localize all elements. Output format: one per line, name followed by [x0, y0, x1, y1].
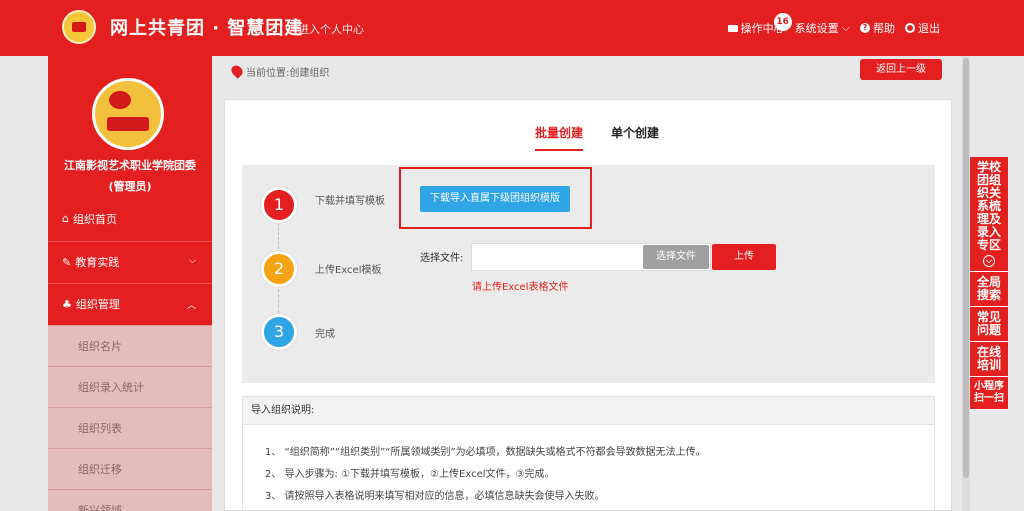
edit-icon: ✎	[62, 255, 72, 269]
location-pin-icon	[229, 63, 245, 79]
chevron-up-icon: ︿	[186, 301, 196, 311]
float-miniprogram[interactable]: 小程序扫一扫	[970, 377, 1008, 410]
float-item-label: 学校团组织关系梳理及录入专区	[976, 160, 1001, 252]
download-highlight: 下载导入直属下级团组织模版	[399, 167, 592, 229]
download-template-button[interactable]: 下载导入直属下级团组织模版	[420, 186, 570, 212]
upload-button[interactable]: 上传	[712, 244, 776, 270]
import-notes: 导入组织说明: 1、 “组织简称”“组织类别”“所属领域类别”为必填项，数据缺失…	[242, 396, 935, 511]
step-2-circle: 2	[261, 251, 297, 287]
chevron-down-icon: ⌵	[841, 21, 850, 34]
chevron-down-icon: ⌵	[983, 255, 995, 267]
float-global-search[interactable]: 全局搜索	[970, 272, 1008, 307]
choose-file-label: 选择文件:	[420, 253, 464, 264]
org-role: (管理员)	[108, 180, 152, 193]
help-icon: ?	[860, 23, 870, 33]
org-name: 江南影视艺术职业学院团委	[64, 159, 196, 172]
sidebar-item-label: 组织管理	[75, 298, 120, 311]
settings-menu[interactable]: 系统设置 ⌵	[795, 20, 850, 36]
float-school-org-zone[interactable]: 学校团组织关系梳理及录入专区 ⌵	[970, 157, 1008, 272]
back-button[interactable]: 返回上一级	[860, 59, 942, 80]
create-org-panel: 批量创建 单个创建 1 下载并填写模板 2 上传Excel模板 3 完成 下载导…	[224, 99, 952, 511]
help-label: 帮助	[873, 22, 895, 35]
sidebar-item-education[interactable]: ✎ 教育实践 ⌵	[48, 241, 212, 282]
settings-label: 系统设置	[794, 22, 839, 35]
sidebar-item-label: 教育实践	[75, 256, 120, 269]
sidebar-item-label: 组织首页	[72, 212, 117, 226]
page-scrollbar[interactable]	[962, 56, 970, 511]
step-2-label: 上传Excel模板	[315, 265, 382, 276]
sidebar-subitem-org-migration[interactable]: 组织迁移	[48, 448, 212, 489]
ops-center-link[interactable]: 操作中心 16	[727, 13, 792, 36]
note-line: 2、 导入步骤为: ①下载并填写模板，②上传Excel文件，③完成。	[265, 469, 555, 480]
float-online-training[interactable]: 在线培训	[970, 342, 1008, 377]
league-logo-icon	[62, 10, 96, 44]
mail-icon	[727, 24, 738, 32]
tab-batch-create[interactable]: 批量创建	[535, 124, 584, 151]
chevron-down-icon: ⌵	[189, 256, 196, 266]
notes-title: 导入组织说明:	[243, 397, 934, 425]
sidebar-subitem-new-fields[interactable]: 新兴领域	[48, 489, 212, 511]
floating-side-panel: 学校团组织关系梳理及录入专区 ⌵ 全局搜索 常见问题 在线培训 小程序扫一扫	[970, 157, 1008, 410]
step-connector	[278, 289, 279, 313]
site-title: 网上共青团 · 智慧团建	[110, 18, 304, 39]
sidebar-item-org-management[interactable]: ♣ 组织管理 ︿	[48, 283, 212, 324]
note-line: 3、 请按照导入表格说明来填写相对应的信息，必填信息缺失会使导入失败。	[265, 491, 605, 502]
help-link[interactable]: ? 帮助	[860, 20, 895, 36]
choose-file-button[interactable]: 选择文件	[643, 245, 709, 269]
power-icon	[905, 23, 915, 33]
float-faq[interactable]: 常见问题	[970, 307, 1008, 342]
breadcrumb: 当前位置:创建组织 返回上一级	[222, 56, 962, 86]
tab-single-create[interactable]: 单个创建	[611, 124, 659, 141]
step-3-label: 完成	[315, 329, 335, 340]
header-actions: 操作中心 16 系统设置 ⌵ ? 帮助 退出	[727, 13, 940, 36]
ops-count-badge: 16	[773, 13, 792, 31]
top-header: 网上共青团 · 智慧团建 进入个人中心 操作中心 16 系统设置 ⌵ ? 帮助 …	[0, 0, 1024, 56]
logout-link[interactable]: 退出	[905, 20, 940, 36]
sidebar-subitem-org-card[interactable]: 组织名片	[48, 325, 212, 366]
step-3-circle: 3	[261, 314, 297, 350]
sidebar: 江南影视艺术职业学院团委 (管理员) ⌂ 组织首页 ✎ 教育实践 ⌵ ♣ 组织管…	[48, 56, 212, 511]
logout-label: 退出	[918, 22, 940, 35]
sidebar-item-home[interactable]: ⌂ 组织首页	[48, 198, 212, 239]
sidebar-subitem-org-list[interactable]: 组织列表	[48, 407, 212, 448]
step-1-circle: 1	[261, 187, 297, 223]
upload-hint: 请上传Excel表格文件	[472, 282, 569, 293]
scroll-thumb[interactable]	[963, 58, 969, 478]
step-connector	[278, 223, 279, 249]
league-emblem-icon	[92, 78, 164, 150]
home-icon: ⌂	[62, 212, 69, 225]
create-tabs: 批量创建 单个创建	[225, 124, 953, 156]
step-1-label: 下载并填写模板	[315, 196, 385, 207]
note-line: 1、 “组织简称”“组织类别”“所属领域类别”为必填项，数据缺失或格式不符都会导…	[265, 447, 706, 458]
breadcrumb-text: 当前位置:创建组织	[246, 67, 330, 79]
sidebar-subitem-entry-stats[interactable]: 组织录入统计	[48, 366, 212, 407]
sitemap-icon: ♣	[62, 297, 72, 311]
personal-center-link[interactable]: 进入个人中心	[298, 21, 364, 37]
import-steps: 1 下载并填写模板 2 上传Excel模板 3 完成 下载导入直属下级团组织模版…	[242, 165, 935, 383]
